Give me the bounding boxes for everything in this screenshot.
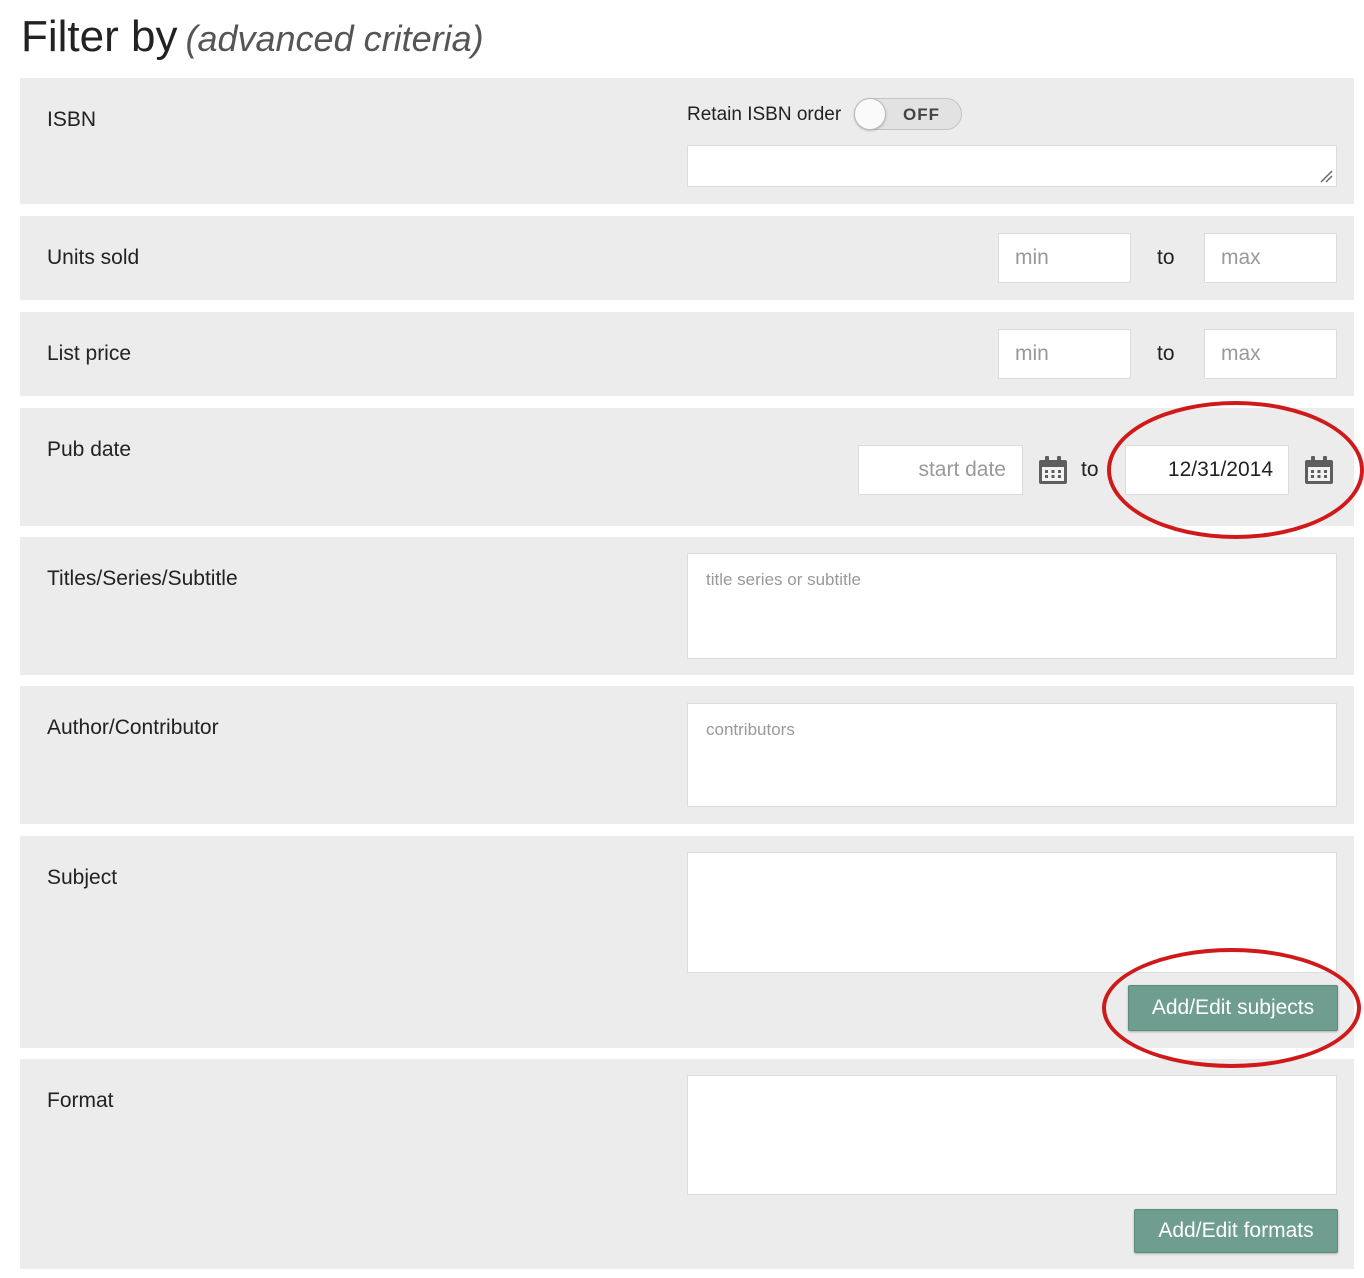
list-price-min-input[interactable]: min — [998, 329, 1131, 379]
page-title: Filter by (advanced criteria) — [21, 12, 484, 62]
units-sold-panel: Units sold min to max — [20, 216, 1354, 300]
retain-isbn-label: Retain ISBN order — [687, 104, 842, 125]
titles-panel: Titles/Series/Subtitle title series or s… — [20, 537, 1354, 675]
isbn-panel: ISBN Retain ISBN order OFF — [20, 78, 1354, 204]
format-label: Format — [47, 1089, 114, 1112]
isbn-label: ISBN — [47, 108, 97, 131]
title-subtitle: (advanced criteria) — [185, 18, 484, 59]
units-sold-max-input[interactable]: max — [1204, 233, 1337, 283]
titles-input[interactable]: title series or subtitle — [687, 553, 1337, 659]
start-date-input[interactable]: start date — [858, 445, 1023, 495]
subject-label: Subject — [47, 866, 118, 889]
pub-date-to-label: to — [1081, 458, 1099, 481]
subjects-button-highlight-circle — [1102, 948, 1361, 1068]
list-price-label: List price — [47, 342, 132, 365]
toggle-state-text: OFF — [903, 105, 940, 124]
author-label: Author/Contributor — [47, 716, 219, 739]
list-price-max-input[interactable]: max — [1204, 329, 1337, 379]
isbn-textarea[interactable] — [687, 145, 1337, 187]
resize-handle-icon[interactable] — [1319, 169, 1333, 183]
list-price-panel: List price min to max — [20, 312, 1354, 396]
title-text: Filter by — [21, 12, 178, 61]
toggle-knob — [854, 98, 886, 130]
format-panel: Format Add/Edit formats — [20, 1059, 1354, 1269]
units-sold-to-label: to — [1157, 246, 1175, 269]
units-sold-label: Units sold — [47, 246, 140, 269]
add-edit-formats-button[interactable]: Add/Edit formats — [1134, 1209, 1338, 1253]
titles-label: Titles/Series/Subtitle — [47, 567, 238, 590]
retain-isbn-toggle[interactable]: OFF — [854, 98, 962, 130]
end-date-highlight-circle — [1107, 401, 1364, 539]
contributors-input[interactable]: contributors — [687, 703, 1337, 807]
format-list[interactable] — [687, 1075, 1337, 1195]
author-panel: Author/Contributor contributors — [20, 686, 1354, 824]
start-calendar-icon[interactable] — [1037, 454, 1069, 486]
pub-date-label: Pub date — [47, 438, 132, 461]
list-price-to-label: to — [1157, 342, 1175, 365]
units-sold-min-input[interactable]: min — [998, 233, 1131, 283]
